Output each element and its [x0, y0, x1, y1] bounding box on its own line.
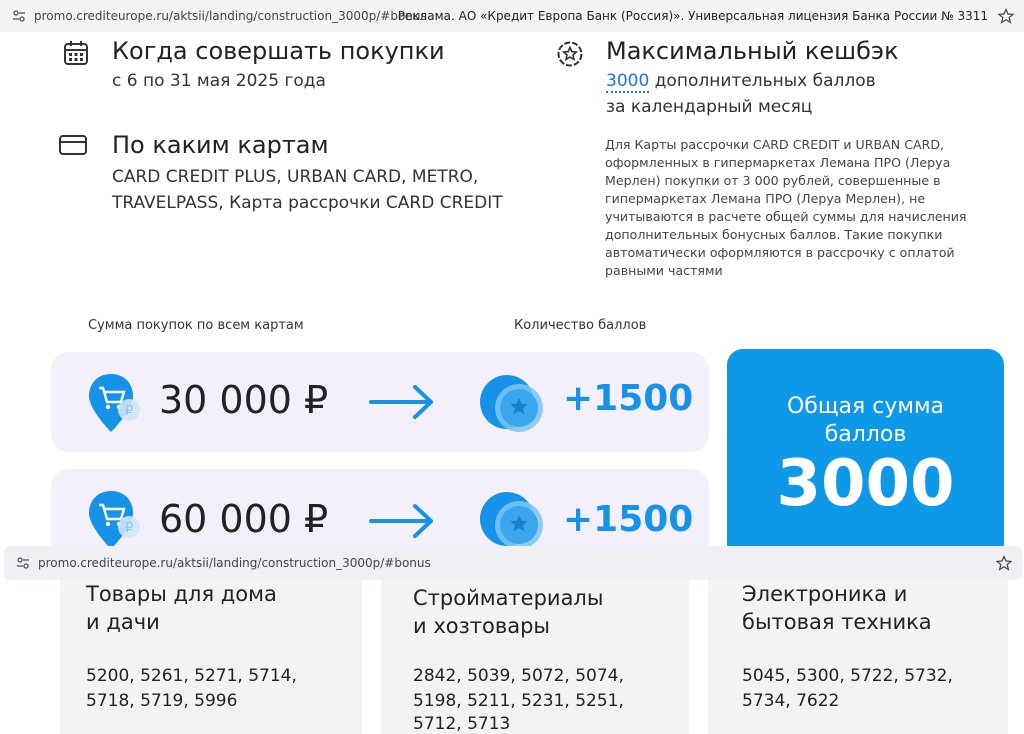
category-title-line-2: бытовая техника	[742, 610, 932, 634]
cashback-note: Для Карты рассрочки CARD CREDIT и URBAN …	[605, 137, 967, 278]
category-title-line-1: Стройматериалы	[413, 586, 604, 610]
arrow-right-icon	[369, 385, 433, 419]
ad-disclaimer: Реклама. АО «Кредит Европа Банк (Россия)…	[397, 9, 988, 23]
browser-address-bar-top: promo.crediteurope.ru/aktsii/landing/con…	[0, 0, 1024, 32]
cashback-title: Максимальный кешбэк	[606, 37, 899, 65]
category-title-line-2: и хозтовары	[413, 614, 551, 638]
when-text: с 6 по 31 мая 2025 года	[112, 71, 326, 91]
category-title-line-2: и дачи	[86, 610, 160, 634]
star-badge-icon	[557, 41, 583, 67]
category-codes-line-1: 2842, 5039, 5072, 5074,	[413, 666, 624, 686]
bookmark-star-icon[interactable]	[998, 8, 1014, 24]
shopping-cart-pin-icon: ₽	[89, 374, 140, 432]
category-codes-line-2: 5734, 7622	[742, 691, 840, 711]
category-codes-line-1: 5200, 5261, 5271, 5714,	[86, 666, 297, 686]
tier-points: +1500	[563, 378, 694, 419]
site-settings-icon[interactable]	[12, 9, 26, 23]
cards-line-2: TRAVELPASS, Карта рассрочки CARD CREDIT	[112, 193, 503, 213]
cashback-amount-link[interactable]: 3000	[606, 71, 650, 93]
cashback-line-1: 3000 дополнительных баллов	[606, 68, 876, 94]
label-purchase-sum: Сумма покупок по всем картам	[88, 318, 304, 333]
when-title: Когда совершать покупки	[112, 37, 445, 65]
category-card-home: Товары для дома и дачи 5200, 5261, 5271,…	[60, 580, 362, 734]
shopping-cart-pin-icon: ₽	[89, 491, 140, 549]
credit-card-icon	[59, 135, 87, 155]
cashback-line-1-rest: дополнительных баллов	[649, 71, 876, 91]
arrow-right-icon	[369, 504, 433, 538]
total-label: Общая сумма баллов	[786, 394, 945, 447]
category-title-line-1: Электроника и	[742, 582, 908, 606]
category-codes-line-2: 5198, 5211, 5231, 5251,	[413, 691, 624, 711]
address-url[interactable]: promo.crediteurope.ru/aktsii/landing/con…	[34, 9, 427, 23]
svg-text:₽: ₽	[125, 404, 133, 419]
tier-row-1: ₽ 30 000 ₽ +1500	[51, 352, 709, 452]
category-codes-line-2: 5718, 5719, 5996	[86, 691, 238, 711]
browser-address-bar-second: promo.crediteurope.ru/aktsii/landing/con…	[4, 546, 1022, 580]
cards-title: По каким картам	[112, 131, 329, 159]
tier-row-2: ₽ 60 000 ₽ +1500	[51, 469, 709, 549]
bonus-coin-icon	[480, 375, 543, 432]
calendar-icon	[64, 41, 88, 65]
category-codes-line-1: 5045, 5300, 5722, 5732,	[742, 666, 953, 686]
cashback-line-2: за календарный месяц	[606, 97, 813, 117]
svg-text:₽: ₽	[125, 521, 133, 536]
category-card-electronics: Электроника и бытовая техника 5045, 5300…	[708, 580, 1008, 734]
category-codes-line-3: 5712, 5713	[413, 714, 511, 734]
tier-points: +1500	[563, 499, 694, 540]
total-value: 3000	[776, 447, 955, 521]
category-card-construction: Стройматериалы и хозтовары 2842, 5039, 5…	[381, 580, 689, 734]
cards-line-1: CARD CREDIT PLUS, URBAN CARD, METRO,	[112, 167, 479, 187]
address-url[interactable]: promo.crediteurope.ru/aktsii/landing/con…	[38, 556, 431, 570]
total-points-card: Общая сумма баллов 3000	[727, 349, 1004, 549]
tier-amount: 30 000 ₽	[159, 378, 329, 422]
bookmark-star-icon[interactable]	[996, 555, 1012, 571]
category-title-line-1: Товары для дома	[86, 582, 277, 606]
site-settings-icon[interactable]	[16, 556, 30, 570]
tier-amount: 60 000 ₽	[159, 497, 329, 541]
label-points-count: Количество баллов	[514, 318, 647, 333]
